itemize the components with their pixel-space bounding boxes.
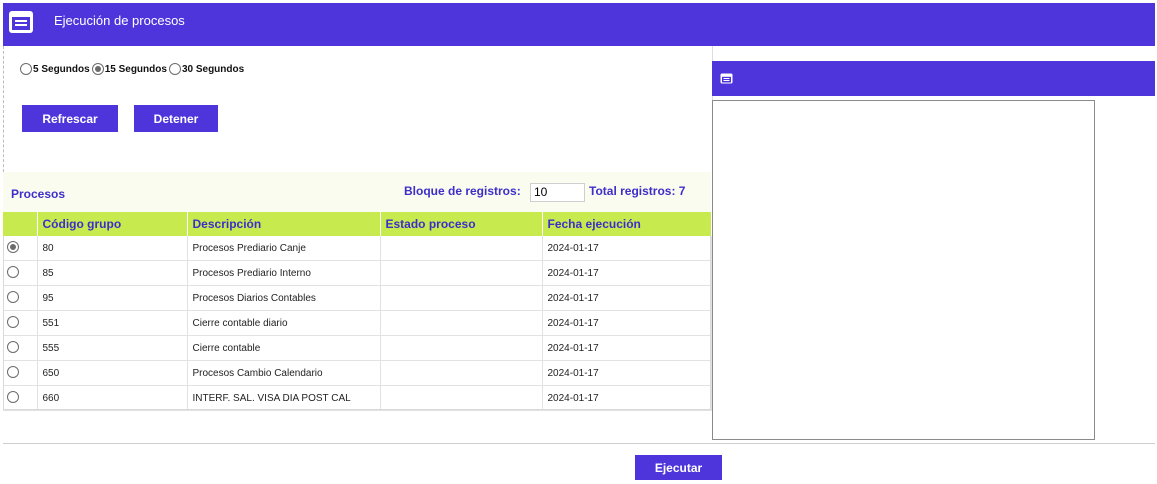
process-table: Código grupo Descripción Estado proceso … <box>3 212 712 411</box>
table-row[interactable]: 555 Cierre contable 2024-01-17 <box>3 335 712 361</box>
row-select-cell[interactable] <box>3 385 38 411</box>
row-select-cell[interactable] <box>3 310 38 336</box>
radio-5-seconds[interactable] <box>20 63 32 75</box>
code-cell: 660 <box>37 385 188 411</box>
description-cell: Procesos Diarios Contables <box>187 285 381 311</box>
window-list-icon <box>720 73 733 84</box>
log-panel-header <box>712 61 1155 96</box>
code-cell: 95 <box>37 285 188 311</box>
date-cell: 2024-01-17 <box>542 310 712 336</box>
table-row[interactable]: 95 Procesos Diarios Contables 2024-01-17 <box>3 285 712 311</box>
table-header-row: Código grupo Descripción Estado proceso … <box>3 212 712 236</box>
table-row[interactable]: 660 INTERF. SAL. VISA DIA POST CAL 2024-… <box>3 385 712 411</box>
code-cell: 551 <box>37 310 188 336</box>
row-radio[interactable] <box>7 265 19 278</box>
code-cell: 650 <box>37 360 188 386</box>
row-radio[interactable] <box>7 240 19 253</box>
block-size-input[interactable]: 10 <box>530 183 585 202</box>
row-select-cell[interactable] <box>3 236 38 261</box>
column-header-select <box>3 212 38 236</box>
status-cell <box>380 385 543 411</box>
status-cell <box>380 285 543 311</box>
log-textarea[interactable] <box>712 100 1095 440</box>
date-cell: 2024-01-17 <box>542 260 712 286</box>
status-cell <box>380 310 543 336</box>
status-cell <box>380 335 543 361</box>
date-cell: 2024-01-17 <box>542 335 712 361</box>
code-cell: 85 <box>37 260 188 286</box>
row-select-cell[interactable] <box>3 335 38 361</box>
table-row[interactable]: 80 Procesos Prediario Canje 2024-01-17 <box>3 236 712 261</box>
date-cell: 2024-01-17 <box>542 385 712 411</box>
page-title: Ejecución de procesos <box>54 13 185 28</box>
execute-button[interactable]: Ejecutar <box>635 455 722 480</box>
column-header-code[interactable]: Código grupo <box>37 212 188 236</box>
radio-15-seconds[interactable] <box>91 63 104 75</box>
date-cell: 2024-01-17 <box>542 360 712 386</box>
table-row[interactable]: 85 Procesos Prediario Interno 2024-01-17 <box>3 260 712 286</box>
table-row[interactable]: 650 Procesos Cambio Calendario 2024-01-1… <box>3 360 712 386</box>
description-cell: Procesos Prediario Canje <box>187 236 381 261</box>
description-cell: Procesos Cambio Calendario <box>187 360 381 386</box>
description-cell: INTERF. SAL. VISA DIA POST CAL <box>187 385 381 411</box>
row-radio[interactable] <box>7 365 19 378</box>
refresh-interval-group: 5 Segundos 15 Segundos 30 Segundos <box>20 60 246 78</box>
description-cell: Cierre contable diario <box>187 310 381 336</box>
total-records: Total registros: 7 <box>589 184 686 198</box>
table-row[interactable]: 551 Cierre contable diario 2024-01-17 <box>3 310 712 336</box>
row-select-cell[interactable] <box>3 285 38 311</box>
radio-30-seconds[interactable] <box>168 63 181 75</box>
window-list-icon <box>9 11 33 33</box>
description-cell: Procesos Prediario Interno <box>187 260 381 286</box>
radio-label-15-seconds: 15 Segundos <box>104 63 167 75</box>
date-cell: 2024-01-17 <box>542 285 712 311</box>
grid-title: Procesos <box>11 187 66 201</box>
column-header-date[interactable]: Fecha ejecución <box>542 212 712 236</box>
footer-divider <box>3 443 1155 444</box>
row-radio[interactable] <box>7 315 19 328</box>
date-cell: 2024-01-17 <box>542 236 712 261</box>
column-header-status[interactable]: Estado proceso <box>380 212 543 236</box>
code-cell: 555 <box>37 335 188 361</box>
radio-label-5-seconds: 5 Segundos <box>33 63 90 75</box>
row-radio[interactable] <box>7 340 19 353</box>
row-select-cell[interactable] <box>3 360 38 386</box>
description-cell: Cierre contable <box>187 335 381 361</box>
block-size-label: Bloque de registros: <box>404 184 521 198</box>
row-radio[interactable] <box>7 390 19 403</box>
stop-button[interactable]: Detener <box>134 105 218 132</box>
code-cell: 80 <box>37 236 188 261</box>
column-header-description[interactable]: Descripción <box>187 212 381 236</box>
status-cell <box>380 260 543 286</box>
row-select-cell[interactable] <box>3 260 38 286</box>
row-radio[interactable] <box>7 290 19 303</box>
status-cell <box>380 236 543 261</box>
refresh-button[interactable]: Refrescar <box>22 105 118 132</box>
radio-label-30-seconds: 30 Segundos <box>181 63 245 75</box>
status-cell <box>380 360 543 386</box>
